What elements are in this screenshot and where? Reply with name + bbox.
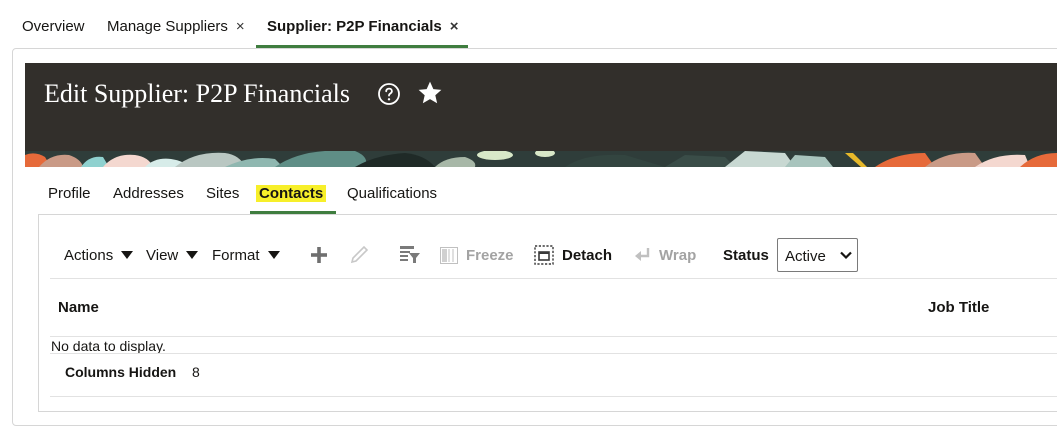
chevron-down-icon [840,251,852,260]
tab-manage-suppliers[interactable]: Manage Suppliers × [107,18,245,35]
status-label: Status [723,247,769,264]
decorative-banner-art [25,151,1057,167]
contacts-table-container [38,214,1057,412]
tab-supplier-label: Supplier: P2P Financials [267,18,442,35]
actions-menu[interactable]: Actions [64,247,134,264]
tab-qualifications-label: Qualifications [347,185,438,202]
toolbar-divider [50,278,1057,279]
column-header-job-title[interactable]: Job Title [928,299,989,316]
status-select-value: Active [785,248,826,265]
format-menu[interactable]: Format [212,247,280,264]
caret-down-icon [121,251,134,259]
tab-profile[interactable]: Profile [48,185,91,202]
footer-divider [50,396,1057,397]
tab-profile-label: Profile [48,185,91,202]
empty-table-message: No data to display. [51,338,166,354]
plus-icon[interactable] [310,246,328,264]
help-circle-icon[interactable] [377,82,401,106]
column-header-name-label: Name [58,299,99,316]
freeze-button-label: Freeze [466,247,514,264]
page-header-banner: Edit Supplier: P2P Financials [25,63,1057,167]
view-menu-label: View [146,247,179,264]
tab-overview[interactable]: Overview [22,18,85,35]
wrap-button-label: Wrap [659,247,697,264]
tab-sites-label: Sites [206,185,240,202]
column-header-job-title-label: Job Title [928,299,990,316]
star-icon[interactable] [417,80,443,106]
query-by-example-icon[interactable] [399,245,421,265]
top-tab-bar: Overview Manage Suppliers × Supplier: P2P… [0,0,1057,48]
close-icon[interactable]: × [450,18,459,35]
columns-hidden-label: Columns Hidden [65,364,177,380]
detach-icon [534,245,554,265]
status-label-text: Status [723,247,769,264]
tab-contacts[interactable]: Contacts [256,185,327,202]
status-select[interactable]: Active [777,238,858,272]
actions-menu-label: Actions [64,247,114,264]
tab-contacts-label: Contacts [256,185,327,202]
freeze-icon [440,247,458,264]
tab-addresses-label: Addresses [113,185,184,202]
caret-down-icon [267,251,280,259]
tab-qualifications[interactable]: Qualifications [347,185,437,202]
format-menu-label: Format [212,247,260,264]
pencil-icon[interactable] [349,245,371,265]
tab-manage-suppliers-label: Manage Suppliers [107,18,228,35]
detach-button[interactable]: Detach [562,247,612,264]
wrap-icon [635,248,650,261]
tab-overview-label: Overview [22,18,85,35]
wrap-button[interactable]: Wrap [659,247,696,264]
view-menu[interactable]: View [146,247,199,264]
freeze-button[interactable]: Freeze [466,247,514,264]
tab-supplier[interactable]: Supplier: P2P Financials × [267,18,459,35]
caret-down-icon [186,251,199,259]
page-title: Edit Supplier: P2P Financials [44,79,350,108]
close-icon[interactable]: × [236,18,245,35]
column-header-name[interactable]: Name [58,299,99,316]
columns-hidden-count: 8 [192,364,200,380]
tab-addresses[interactable]: Addresses [113,185,184,202]
tab-sites[interactable]: Sites [206,185,239,202]
data-divider [50,353,1057,354]
header-divider [50,336,1057,337]
detach-button-label: Detach [562,247,613,264]
